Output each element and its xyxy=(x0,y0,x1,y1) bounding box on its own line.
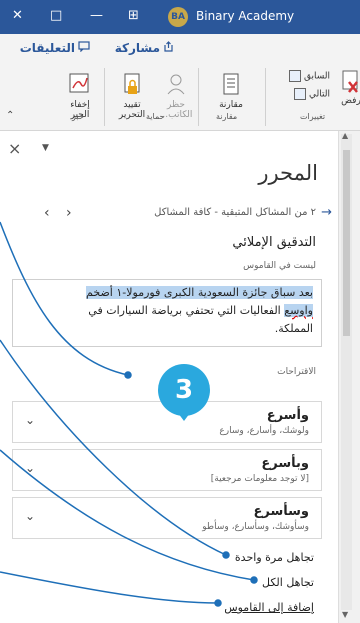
compare-icon xyxy=(206,72,256,98)
suggestion-word: وبأسرع xyxy=(261,456,309,471)
scroll-up-icon[interactable]: ▲ xyxy=(342,131,348,140)
close-icon[interactable]: × xyxy=(8,139,21,158)
previous-label: السابق xyxy=(303,71,330,82)
changes-group-label: تغييرات xyxy=(300,112,326,121)
compare-group-label: مقارنة xyxy=(216,112,238,121)
suggestion-word: وسأسرع xyxy=(253,504,310,519)
breadcrumb: ٢ من المشاكل المتبقية - كافة المشاكل xyxy=(154,207,316,218)
previous-change-button[interactable]: السابق xyxy=(284,70,330,82)
chevron-down-icon[interactable]: ⌄ xyxy=(25,413,35,427)
ribbon-header: التعليقات مشاركة xyxy=(0,34,360,62)
section-heading: التدقيق الإملائي xyxy=(232,235,316,250)
ink-group-label: حبر xyxy=(72,112,84,121)
share-icon xyxy=(163,41,174,55)
comments-icon xyxy=(78,41,90,55)
suggestion-item[interactable]: وسأسرع وسأوشك، وسأسارع، وسأطو ⌄ xyxy=(12,497,322,539)
chevron-right-icon[interactable]: › xyxy=(66,205,72,221)
suggestions-label: الاقتراحات xyxy=(277,367,316,377)
compare-label: مقارنة xyxy=(219,100,243,110)
minimize-window-button[interactable]: — xyxy=(90,8,103,23)
block-authors-icon xyxy=(156,72,196,98)
chevron-left-icon[interactable]: ‹ xyxy=(44,205,50,221)
ignore-once-button[interactable]: تجاهل مرة واحدة xyxy=(235,551,314,564)
misspelled-word: واوسع xyxy=(284,304,313,317)
share-button[interactable]: مشاركة xyxy=(115,38,174,58)
next-change-button[interactable]: التالي xyxy=(284,88,330,100)
ribbon-divider xyxy=(198,68,199,126)
context-line-2-rest: الفعاليات التي تحتفي برياضة السيارات في xyxy=(88,304,281,317)
chevron-down-icon[interactable]: ⌄ xyxy=(25,461,35,475)
reject-icon xyxy=(340,70,360,94)
previous-change-icon xyxy=(289,70,302,82)
reject-button[interactable]: رفض xyxy=(340,70,360,106)
chevron-down-icon[interactable]: ▼ xyxy=(42,143,49,153)
close-window-button[interactable]: ✕ xyxy=(12,8,23,23)
step-callout: 3 xyxy=(158,364,210,421)
not-in-dictionary-label: ليست في القاموس xyxy=(243,261,316,271)
title-bar: ✕ □ — ⊞ BA Binary Academy xyxy=(0,0,360,34)
context-line-2: واوسع الفعاليات التي تحتفي برياضة السيار… xyxy=(88,304,313,317)
restore-window-button[interactable]: □ xyxy=(50,8,62,23)
next-label: التالي xyxy=(309,89,330,100)
protect-group-label: حماية xyxy=(146,112,165,121)
next-change-icon xyxy=(294,88,307,100)
arrow-right-icon[interactable]: → xyxy=(321,205,332,220)
user-name: Binary Academy xyxy=(196,9,295,23)
suggestion-word: وأسرع xyxy=(266,408,309,423)
lock-icon xyxy=(110,72,154,98)
chevron-down-icon[interactable]: ⌄ xyxy=(25,509,35,523)
suggestion-item[interactable]: وبأسرع [لا توجد معلومات مرجعية] ⌄ xyxy=(12,449,322,491)
context-line-3: المملكة. xyxy=(274,322,313,335)
ink-icon xyxy=(60,72,100,98)
suggestion-synonyms: وسأوشك، وسأسارع، وسأطو xyxy=(202,522,309,532)
ribbon-divider xyxy=(265,68,266,126)
pane-title: المحرر xyxy=(258,161,318,185)
compare-button[interactable]: مقارنة xyxy=(206,72,256,110)
comments-label: التعليقات xyxy=(19,41,75,55)
suggestion-synonyms: [لا توجد معلومات مرجعية] xyxy=(210,474,309,484)
share-label: مشاركة xyxy=(114,41,160,55)
scrollbar-thumb[interactable] xyxy=(343,150,350,336)
ribbon-divider xyxy=(104,68,105,126)
ribbon-display-button[interactable]: ⊞ xyxy=(128,8,139,23)
comments-button[interactable]: التعليقات xyxy=(20,38,90,58)
reject-label: رفض xyxy=(341,96,360,106)
avatar[interactable]: BA xyxy=(168,7,188,27)
scroll-down-icon[interactable]: ▼ xyxy=(342,610,348,619)
highlighted-text: بعد سباق جائزة السعودية الكبرى فورمولا-١… xyxy=(86,286,313,299)
suggestion-synonyms: ولوشك، وأسارع، وسارع xyxy=(219,426,309,436)
restrict-editing-label: تقييد التحرير xyxy=(118,100,146,120)
collapse-ribbon-icon[interactable]: ⌃ xyxy=(6,110,14,121)
add-to-dictionary-button[interactable]: إضافة إلى القاموس xyxy=(224,601,314,614)
context-line-1: بعد سباق جائزة السعودية الكبرى فورمولا-١… xyxy=(86,286,313,299)
ignore-all-button[interactable]: تجاهل الكل xyxy=(262,576,314,589)
context-textbox: بعد سباق جائزة السعودية الكبرى فورمولا-١… xyxy=(12,279,322,347)
